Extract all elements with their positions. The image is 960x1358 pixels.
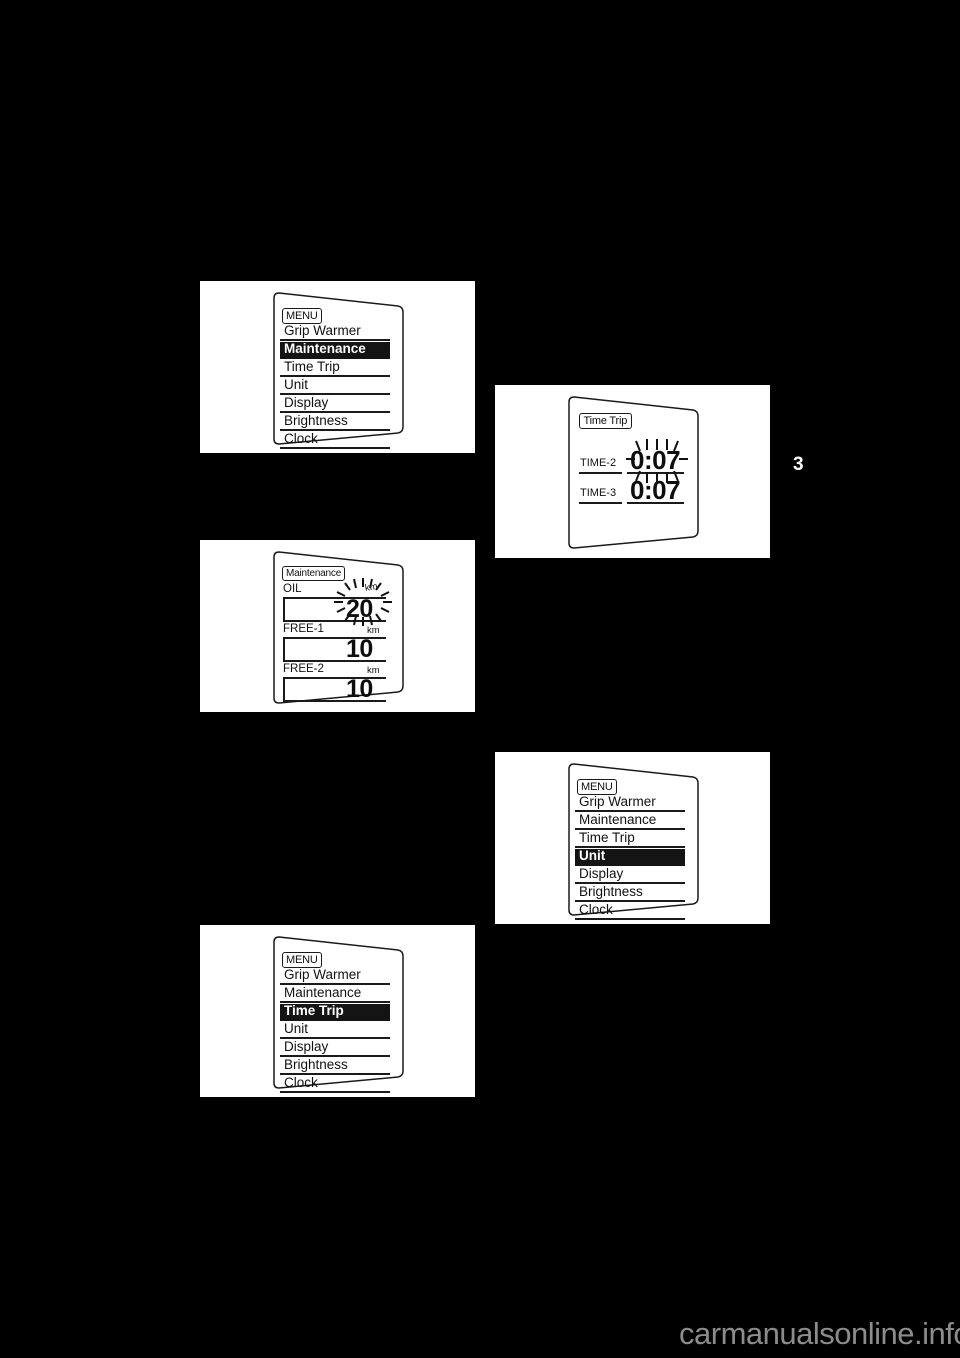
field-label-time-3: TIME-3 — [580, 487, 617, 499]
menu-item-display[interactable]: Display — [575, 867, 685, 884]
menu-item-unit[interactable]: Unit — [280, 378, 390, 395]
menu-item-time-trip[interactable]: Time Trip — [575, 831, 685, 848]
page-number: 3 — [793, 454, 804, 475]
menu-item-rule — [280, 1091, 390, 1093]
menu-item-label: Clock — [284, 431, 318, 446]
screen-title-badge: MENU — [282, 952, 322, 968]
figure-menu-time-trip: MENU Grip Warmer Maintenance Time Trip U… — [200, 925, 475, 1097]
menu-item-label: Unit — [579, 848, 606, 863]
menu-item-grip-warmer[interactable]: Grip Warmer — [280, 324, 390, 341]
screen-title-badge: MENU — [577, 779, 617, 795]
menu-item-brightness[interactable]: Brightness — [575, 885, 685, 902]
lcd-screen: MENU Grip Warmer Maintenance Time Trip U… — [272, 935, 405, 1093]
field-rule — [579, 472, 622, 474]
menu-item-rule — [280, 447, 390, 449]
screen-title-badge: MENU — [282, 308, 322, 324]
menu-item-display[interactable]: Display — [280, 1040, 390, 1057]
menu-item-label: Brightness — [284, 1057, 348, 1072]
menu-item-label: Time Trip — [284, 359, 340, 374]
menu-item-clock[interactable]: Clock — [280, 1076, 390, 1093]
menu-item-brightness[interactable]: Brightness — [280, 414, 390, 431]
value-free-2: 10 — [346, 675, 373, 703]
value-free-1: 10 — [346, 635, 373, 663]
menu-item-clock[interactable]: Clock — [575, 903, 685, 920]
menu-item-label: Clock — [284, 1075, 318, 1090]
menu-item-maintenance[interactable]: Maintenance — [280, 342, 390, 359]
manual-page: { "page": { "number": "3", "watermark": … — [0, 0, 960, 1358]
field-label-time-2: TIME-2 — [580, 457, 617, 469]
menu-item-label: Unit — [284, 377, 309, 392]
menu-item-label: Brightness — [284, 413, 348, 428]
menu-item-label: Maintenance — [579, 812, 657, 827]
menu-item-maintenance[interactable]: Maintenance — [575, 813, 685, 830]
menu-item-label: Time Trip — [284, 1003, 344, 1018]
lcd-screen: MENU Grip Warmer Maintenance Time Trip U… — [567, 762, 700, 920]
menu-item-time-trip[interactable]: Time Trip — [280, 360, 390, 377]
field-divider — [283, 597, 285, 621]
figure-time-trip-screen: Time Trip TIME-2 0:07 TIME-3 0:07 — [495, 385, 770, 558]
menu-item-brightness[interactable]: Brightness — [280, 1058, 390, 1075]
menu-item-unit[interactable]: Unit — [280, 1022, 390, 1039]
menu-item-grip-warmer[interactable]: Grip Warmer — [280, 968, 390, 985]
field-rule — [579, 502, 622, 504]
menu-item-display[interactable]: Display — [280, 396, 390, 413]
field-label-free-1: FREE-1 — [283, 623, 324, 635]
lcd-screen: MENU Grip Warmer Maintenance Time Trip U… — [272, 291, 405, 449]
blink-rays-icon — [332, 576, 394, 628]
menu-item-time-trip[interactable]: Time Trip — [280, 1004, 390, 1021]
figure-maintenance-screen: Maintenance OIL km 20 FREE-1 km 10 FREE-… — [200, 540, 475, 712]
figure-menu-maintenance: MENU Grip Warmer Maintenance Time Trip U… — [200, 281, 475, 453]
menu-item-label: Clock — [579, 902, 613, 917]
field-divider — [283, 637, 285, 661]
site-watermark: carmanualsonline.info — [679, 1316, 960, 1351]
menu-item-unit[interactable]: Unit — [575, 849, 685, 866]
field-divider — [283, 677, 285, 701]
menu-item-label: Display — [284, 1039, 329, 1054]
menu-item-label: Grip Warmer — [579, 794, 656, 809]
menu-item-label: Time Trip — [579, 830, 635, 845]
menu-item-label: Unit — [284, 1021, 309, 1036]
menu-item-label: Grip Warmer — [284, 967, 361, 982]
lcd-screen: Maintenance OIL km 20 FREE-1 km 10 FREE-… — [272, 550, 405, 705]
menu-item-label: Display — [284, 395, 329, 410]
screen-title-badge: Time Trip — [579, 413, 632, 429]
menu-item-label: Brightness — [579, 884, 643, 899]
menu-item-label: Display — [579, 866, 624, 881]
menu-item-rule — [575, 918, 685, 920]
menu-item-label: Maintenance — [284, 341, 366, 356]
menu-item-label: Maintenance — [284, 985, 362, 1000]
field-label-free-2: FREE-2 — [283, 663, 324, 675]
menu-item-clock[interactable]: Clock — [280, 432, 390, 449]
value-time-3: 0:07 — [630, 475, 681, 505]
field-label-oil: OIL — [283, 583, 302, 595]
menu-item-maintenance[interactable]: Maintenance — [280, 986, 390, 1003]
menu-item-grip-warmer[interactable]: Grip Warmer — [575, 795, 685, 812]
figure-menu-unit: MENU Grip Warmer Maintenance Time Trip U… — [495, 752, 770, 924]
menu-item-label: Grip Warmer — [284, 323, 361, 338]
lcd-screen: Time Trip TIME-2 0:07 TIME-3 0:07 — [567, 395, 700, 550]
